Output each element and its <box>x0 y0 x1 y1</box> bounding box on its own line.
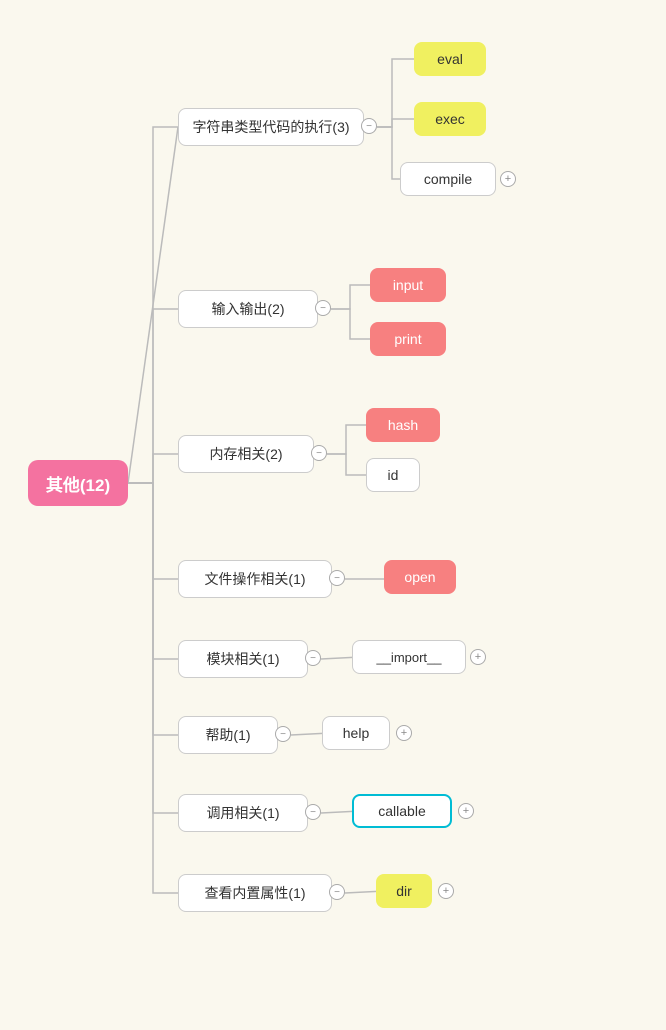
expand-import[interactable]: + <box>470 649 486 665</box>
category-module[interactable]: 模块相关(1) <box>178 640 308 678</box>
id-label: id <box>388 467 399 483</box>
collapse-cat7[interactable]: − <box>305 804 321 820</box>
eval-label: eval <box>437 51 463 67</box>
hash-label: hash <box>388 417 418 433</box>
expand-help[interactable]: + <box>396 725 412 741</box>
leaf-input[interactable]: input <box>370 268 446 302</box>
collapse-cat1[interactable]: − <box>361 118 377 134</box>
collapse-cat8[interactable]: − <box>329 884 345 900</box>
collapse-cat6[interactable]: − <box>275 726 291 742</box>
help-label: help <box>343 725 369 741</box>
expand-compile[interactable]: + <box>500 171 516 187</box>
category-string-exec[interactable]: 字符串类型代码的执行(3) <box>178 108 364 146</box>
expand-callable[interactable]: + <box>458 803 474 819</box>
root-node: 其他(12) <box>28 460 128 506</box>
cat5-label: 模块相关(1) <box>206 649 279 669</box>
cat3-label: 内存相关(2) <box>209 444 282 464</box>
cat8-label: 查看内置属性(1) <box>204 883 305 903</box>
leaf-print[interactable]: print <box>370 322 446 356</box>
category-memory[interactable]: 内存相关(2) <box>178 435 314 473</box>
collapse-cat5[interactable]: − <box>305 650 321 666</box>
category-file[interactable]: 文件操作相关(1) <box>178 560 332 598</box>
cat7-label: 调用相关(1) <box>206 803 279 823</box>
root-label: 其他(12) <box>46 471 110 496</box>
import-label: __import__ <box>376 650 441 665</box>
cat4-label: 文件操作相关(1) <box>204 569 305 589</box>
cat1-label: 字符串类型代码的执行(3) <box>192 117 349 137</box>
leaf-open[interactable]: open <box>384 560 456 594</box>
category-callable[interactable]: 调用相关(1) <box>178 794 308 832</box>
connector-lines <box>0 0 666 1030</box>
leaf-help[interactable]: help <box>322 716 390 750</box>
collapse-cat3[interactable]: − <box>311 445 327 461</box>
cat6-label: 帮助(1) <box>205 725 250 745</box>
leaf-exec[interactable]: exec <box>414 102 486 136</box>
collapse-cat4[interactable]: − <box>329 570 345 586</box>
open-label: open <box>404 569 435 585</box>
mind-map: 其他(12) 字符串类型代码的执行(3) − eval exec compile… <box>0 0 666 1030</box>
category-help[interactable]: 帮助(1) <box>178 716 278 754</box>
leaf-dir[interactable]: dir <box>376 874 432 908</box>
leaf-compile[interactable]: compile <box>400 162 496 196</box>
collapse-cat2[interactable]: − <box>315 300 331 316</box>
leaf-import[interactable]: __import__ <box>352 640 466 674</box>
dir-label: dir <box>396 883 412 899</box>
expand-dir[interactable]: + <box>438 883 454 899</box>
leaf-callable[interactable]: callable <box>352 794 452 828</box>
leaf-id[interactable]: id <box>366 458 420 492</box>
cat2-label: 输入输出(2) <box>211 299 284 319</box>
category-io[interactable]: 输入输出(2) <box>178 290 318 328</box>
compile-label: compile <box>424 171 472 187</box>
category-dir[interactable]: 查看内置属性(1) <box>178 874 332 912</box>
callable-label: callable <box>378 803 425 819</box>
leaf-hash[interactable]: hash <box>366 408 440 442</box>
exec-label: exec <box>435 111 465 127</box>
input-label: input <box>393 277 423 293</box>
leaf-eval[interactable]: eval <box>414 42 486 76</box>
print-label: print <box>394 331 421 347</box>
